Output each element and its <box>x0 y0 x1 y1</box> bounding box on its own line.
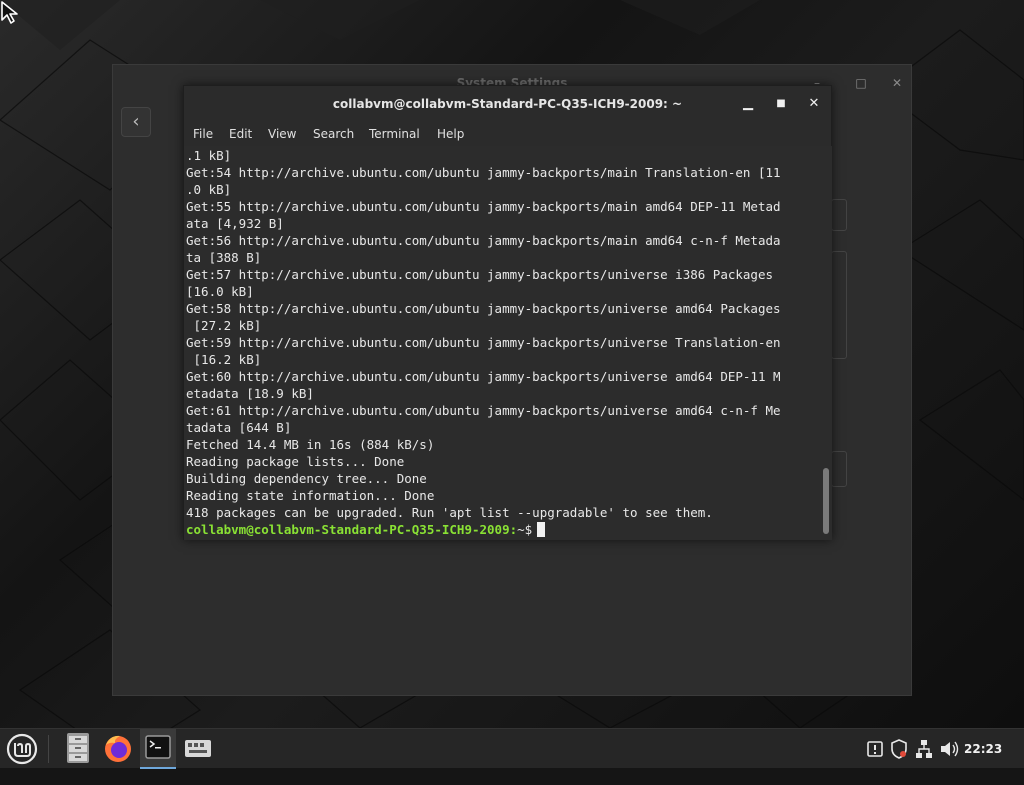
settings-panel-fragment <box>831 251 847 359</box>
shell-prompt: collabvm@collabvm-Standard-PC-Q35-ICH9-2… <box>186 522 518 537</box>
output-line: ata [4,932 B] <box>186 216 284 231</box>
network-icon <box>916 740 932 758</box>
close-icon[interactable]: ✕ <box>804 94 824 114</box>
output-line: Get:60 http://archive.ubuntu.com/ubuntu … <box>186 369 781 384</box>
terminal-window[interactable]: collabvm@collabvm-Standard-PC-Q35-ICH9-2… <box>183 85 832 540</box>
update-manager-button[interactable] <box>864 729 886 769</box>
output-line: 418 packages can be upgraded. Run 'apt l… <box>186 505 713 520</box>
menu-help[interactable]: Help <box>437 122 464 146</box>
output-line: tadata [644 B] <box>186 420 292 435</box>
settings-close-button[interactable]: ✕ <box>887 73 907 93</box>
output-line: .1 kB] <box>186 148 232 163</box>
scrollbar-thumb[interactable] <box>823 468 829 534</box>
prompt-suffix: ~$ <box>517 522 533 537</box>
output-line: Get:61 http://archive.ubuntu.com/ubuntu … <box>186 403 781 418</box>
network-button[interactable] <box>913 729 935 769</box>
minimize-icon[interactable]: ▁ <box>738 94 758 114</box>
volume-button[interactable] <box>938 729 962 769</box>
terminal-scrollbar[interactable] <box>820 146 832 540</box>
menu-search[interactable]: Search <box>313 122 354 146</box>
taskbar-clock[interactable]: 22:23 <box>964 729 1002 769</box>
settings-app-icon <box>185 740 211 757</box>
menu-view[interactable]: View <box>268 122 296 146</box>
file-manager-launcher[interactable] <box>60 729 96 769</box>
settings-back-button[interactable]: ‹ <box>121 107 151 137</box>
menu-edit[interactable]: Edit <box>229 122 252 146</box>
output-line: Building dependency tree... Done <box>186 471 427 486</box>
terminal-launcher[interactable] <box>140 729 176 769</box>
terminal-menubar: File Edit View Search Terminal Help <box>184 122 831 146</box>
output-line: Get:56 http://archive.ubuntu.com/ubuntu … <box>186 233 781 248</box>
prompt-line[interactable]: collabvm@collabvm-Standard-PC-Q35-ICH9-2… <box>186 521 546 538</box>
output-line: Get:54 http://archive.ubuntu.com/ubuntu … <box>186 165 781 180</box>
output-line: Fetched 14.4 MB in 16s (884 kB/s) <box>186 437 435 452</box>
terminal-icon <box>145 735 171 759</box>
settings-launcher[interactable] <box>180 729 216 769</box>
firefox-icon <box>105 735 131 762</box>
output-line: .0 kB] <box>186 182 232 197</box>
mint-menu-button[interactable] <box>2 729 42 769</box>
output-line: Get:57 http://archive.ubuntu.com/ubuntu … <box>186 267 773 282</box>
output-line: [16.2 kB] <box>186 352 262 367</box>
output-line: Get:55 http://archive.ubuntu.com/ubuntu … <box>186 199 781 214</box>
output-line: Get:59 http://archive.ubuntu.com/ubuntu … <box>186 335 781 350</box>
output-line: [16.0 kB] <box>186 284 254 299</box>
desktop-background: System Settings – □ ✕ ‹ collabvm@collabv… <box>0 0 1024 728</box>
output-line: ta [388 B] <box>186 250 262 265</box>
output-line: Reading package lists... Done <box>186 454 405 469</box>
update-manager-icon <box>867 741 883 757</box>
settings-button-fragment <box>831 451 847 487</box>
file-manager-icon <box>67 733 89 763</box>
firefox-launcher[interactable] <box>100 729 136 769</box>
output-line: Reading state information... Done <box>186 488 435 503</box>
mint-menu-icon <box>6 733 38 765</box>
shield-icon <box>891 739 907 759</box>
output-line: [27.2 kB] <box>186 318 262 333</box>
menu-file[interactable]: File <box>193 122 213 146</box>
taskbar: 22:23 <box>0 728 1024 769</box>
maximize-icon[interactable]: ■ <box>771 94 791 114</box>
settings-maximize-button[interactable]: □ <box>851 73 871 93</box>
output-line: Get:58 http://archive.ubuntu.com/ubuntu … <box>186 301 781 316</box>
volume-icon <box>941 741 959 757</box>
taskbar-separator <box>48 735 49 763</box>
security-status-button[interactable] <box>888 729 910 769</box>
mouse-cursor-icon <box>1 1 18 24</box>
terminal-titlebar[interactable]: collabvm@collabvm-Standard-PC-Q35-ICH9-2… <box>184 86 831 122</box>
text-cursor <box>537 522 546 537</box>
settings-field-fragment <box>831 199 847 231</box>
terminal-title: collabvm@collabvm-Standard-PC-Q35-ICH9-2… <box>332 97 683 111</box>
output-line: etadata [18.9 kB] <box>186 386 314 401</box>
menu-terminal[interactable]: Terminal <box>369 122 420 146</box>
terminal-output[interactable]: .1 kB] Get:54 http://archive.ubuntu.com/… <box>184 146 820 540</box>
